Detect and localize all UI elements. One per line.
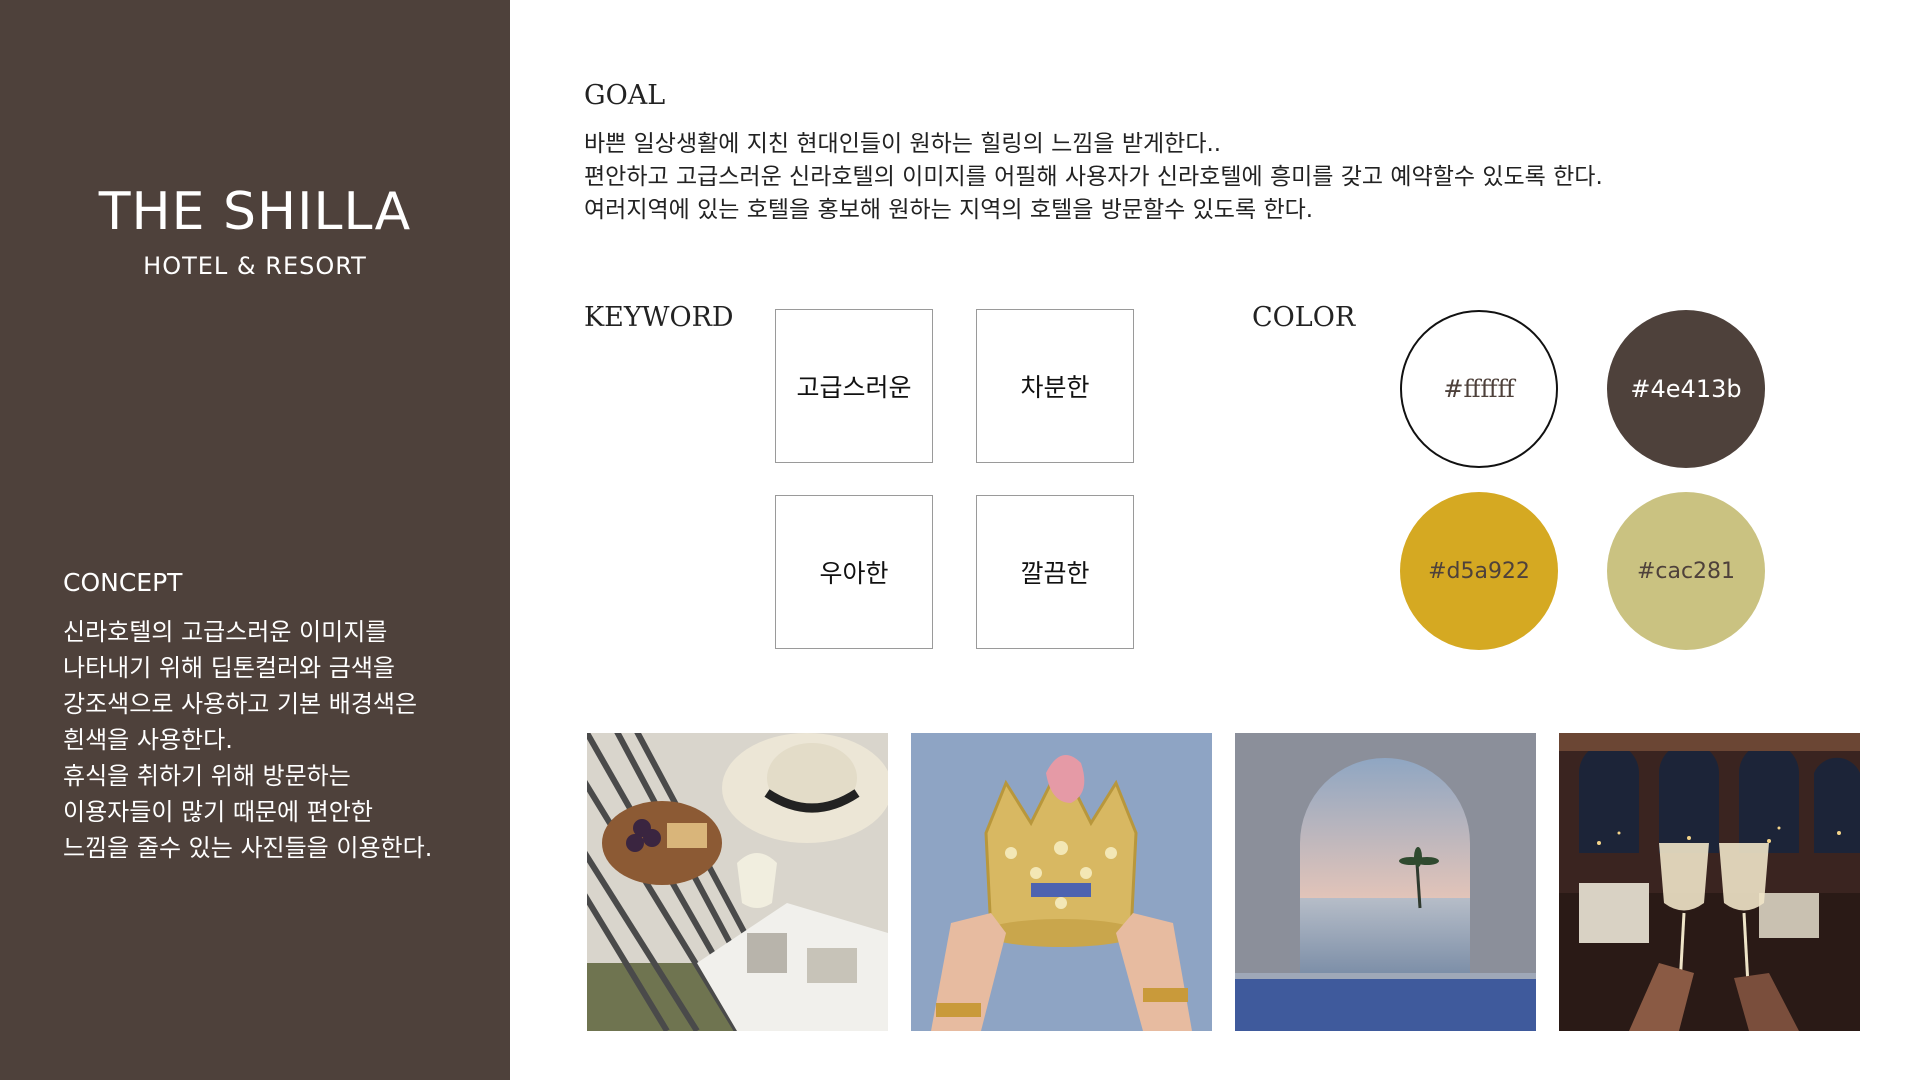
keyword-box: 우아한 xyxy=(775,495,933,649)
swatch-label: #cac281 xyxy=(1636,558,1736,584)
swatch-label: #4e413b xyxy=(1630,375,1742,403)
color-title: COLOR xyxy=(1252,302,1356,333)
brand-subtitle: HOTEL & RESORT xyxy=(143,252,367,280)
concept-line: 강조색으로 사용하고 기본 배경색은 xyxy=(63,690,418,718)
goal-body: 바쁜 일상생활에 지친 현대인들이 원하는 힐링의 느낌을 받게한다.. 편안하… xyxy=(584,128,1603,227)
picnic-photo xyxy=(587,733,888,1031)
swatch-label: #d5a922 xyxy=(1428,558,1530,584)
keyword-box: 차분한 xyxy=(976,309,1134,463)
concept-line: 흰색을 사용한다. xyxy=(63,726,233,754)
color-swatch-white: #ffffff xyxy=(1400,310,1558,468)
arch-sea-photo xyxy=(1235,733,1536,1031)
keyword-box: 깔끔한 xyxy=(976,495,1134,649)
color-swatch-gold: #d5a922 xyxy=(1400,492,1558,650)
swatch-label: #ffffff xyxy=(1443,375,1515,403)
goal-title: GOAL xyxy=(584,80,666,111)
keyword-box: 고급스러운 xyxy=(775,309,933,463)
concept-title: CONCEPT xyxy=(63,568,183,597)
concept-line: 이용자들이 많기 때문에 편안한 xyxy=(63,798,373,826)
concept-line: 느낌을 줄수 있는 사진들을 이용한다. xyxy=(63,834,433,862)
concept-body: 신라호텔의 고급스러운 이미지를 나타내기 위해 딥톤컬러와 금색을 강조색으로… xyxy=(63,614,493,866)
sidebar: THE SHILLA HOTEL & RESORT CONCEPT 신라호텔의 … xyxy=(0,0,510,1080)
concept-line: 신라호텔의 고급스러운 이미지를 xyxy=(63,618,388,646)
color-swatch-brown: #4e413b xyxy=(1607,310,1765,468)
concept-line: 휴식을 취하기 위해 방문하는 xyxy=(63,762,351,790)
color-swatch-olive: #cac281 xyxy=(1607,492,1765,650)
wine-toast-photo xyxy=(1559,733,1860,1031)
goal-line: 편안하고 고급스러운 신라호텔의 이미지를 어필해 사용자가 신라호텔에 흥미를… xyxy=(584,164,1603,190)
goal-line: 바쁜 일상생활에 지친 현대인들이 원하는 힐링의 느낌을 받게한다.. xyxy=(584,131,1222,157)
brand-title: THE SHILLA xyxy=(98,182,412,242)
keyword-title: KEYWORD xyxy=(584,302,734,333)
goal-line: 여러지역에 있는 호텔을 홍보해 원하는 지역의 호텔을 방문할수 있도록 한다… xyxy=(584,197,1314,223)
crown-photo xyxy=(911,733,1212,1031)
concept-line: 나타내기 위해 딥톤컬러와 금색을 xyxy=(63,654,396,682)
